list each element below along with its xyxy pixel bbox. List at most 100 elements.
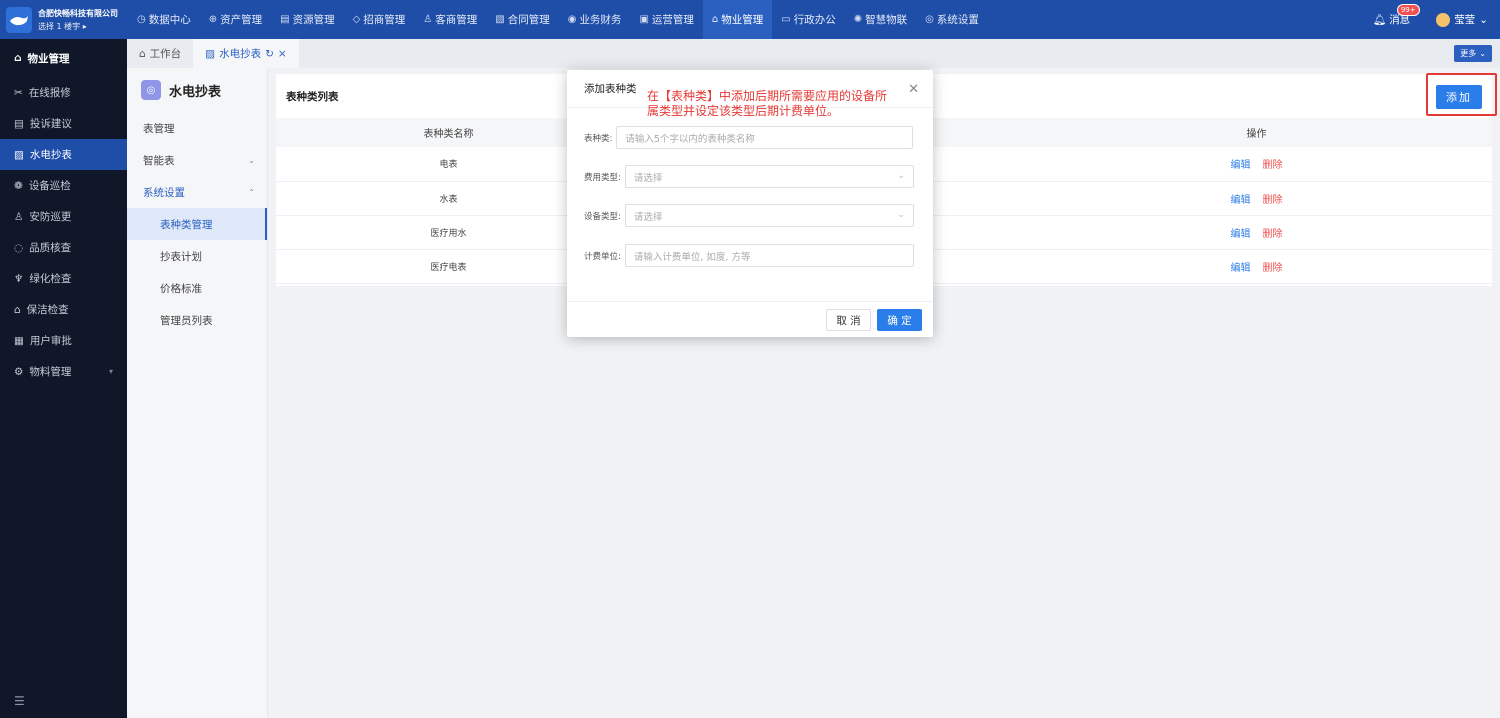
delete-link[interactable]: 删除 bbox=[1263, 160, 1283, 171]
submenu-item-smart-meter[interactable]: 智能表 ⌄ bbox=[127, 144, 267, 176]
collapse-menu-icon[interactable]: ☰ bbox=[14, 694, 25, 708]
chevron-up-icon: ⌃ bbox=[248, 187, 255, 197]
sidebar-item-materials[interactable]: ⚙ 物料管理 ▾ bbox=[0, 356, 127, 387]
tab-meter-reading[interactable]: ▨ 水电抄表 ↻ × bbox=[193, 39, 299, 68]
add-meter-type-dialog: 添加表种类 在【表种类】中添加后期所需要应用的设备所属类型并设定该类型后期计费单… bbox=[567, 70, 933, 337]
sidebar-item-quality-check[interactable]: ◌ 品质核查 bbox=[0, 232, 127, 263]
sidebar-item-meter-reading[interactable]: ▨ 水电抄表 bbox=[0, 139, 127, 170]
iot-icon: ✺ bbox=[853, 14, 863, 25]
dialog-footer: 取 消 确 定 bbox=[567, 301, 933, 337]
submenu-item-meter-type-management[interactable]: 表种类管理 bbox=[127, 208, 267, 240]
nav-smart-iot[interactable]: ✺ 智慧物联 bbox=[845, 0, 916, 39]
meter-icon: ▨ bbox=[205, 47, 216, 60]
asset-icon: ⊕ bbox=[208, 14, 218, 25]
delete-link[interactable]: 删除 bbox=[1263, 195, 1283, 206]
sidebar-item-user-approval[interactable]: ▦ 用户审批 bbox=[0, 325, 127, 356]
submenu-item-price-standard[interactable]: 价格标准 bbox=[127, 272, 267, 304]
nav-resource-management[interactable]: ▤ 资源管理 bbox=[271, 0, 343, 39]
submenu-item-system-settings[interactable]: 系统设置 ⌃ bbox=[127, 176, 267, 208]
chevron-down-icon: ⌄ bbox=[897, 210, 905, 220]
chevron-down-icon: ⌄ bbox=[248, 155, 255, 165]
submenu-item-admin-list[interactable]: 管理员列表 bbox=[127, 304, 267, 336]
edit-link[interactable]: 编辑 bbox=[1231, 195, 1251, 206]
avatar bbox=[1436, 12, 1451, 27]
user-menu[interactable]: 莹莹 ⌄ bbox=[1436, 12, 1488, 27]
people-icon: ♙ bbox=[423, 14, 433, 25]
board-icon: ▣ bbox=[639, 14, 649, 25]
close-icon[interactable]: ✕ bbox=[908, 82, 919, 97]
billing-unit-label: 计费单位: bbox=[584, 251, 621, 262]
billing-unit-input[interactable]: 请输入计费单位, 如度, 方等 bbox=[624, 244, 914, 267]
meter-kind-input[interactable]: 请输入5个字以内的表种类名称 bbox=[616, 126, 914, 149]
edit-link[interactable]: 编辑 bbox=[1231, 160, 1251, 171]
sidebar-item-equipment-inspection[interactable]: ❁ 设备巡检 bbox=[0, 170, 127, 201]
tab-workbench[interactable]: ⌂ 工作台 bbox=[127, 39, 193, 68]
more-tabs-button[interactable]: 更多 ⌄ bbox=[1454, 45, 1492, 62]
delete-link[interactable]: 删除 bbox=[1263, 263, 1283, 274]
close-icon[interactable]: × bbox=[278, 48, 287, 60]
nav-asset-management[interactable]: ⊕ 资产管理 bbox=[200, 0, 271, 39]
form-row-unit: 计费单位: 请输入计费单位, 如度, 方等 bbox=[584, 244, 914, 267]
edit-link[interactable]: 编辑 bbox=[1231, 263, 1251, 274]
sidebar: ⌂ 物业管理 ✂ 在线报修 ▤ 投诉建议 ▨ 水电抄表 ❁ 设备巡检 ♙ 安防巡更 ◌ 品质核… bbox=[0, 39, 127, 718]
confirm-button[interactable]: 确 定 bbox=[877, 309, 922, 331]
nav-operations-management[interactable]: ▣ 运营管理 bbox=[630, 0, 702, 39]
form-row-kind: 表种类: 请输入5个字以内的表种类名称 bbox=[584, 126, 914, 149]
form-row-device: 设备类型: 请选择 ⌄ bbox=[584, 204, 914, 227]
clock-icon: ◷ bbox=[137, 14, 146, 25]
nav-admin-office[interactable]: ▭ 行政办公 bbox=[772, 0, 844, 39]
column-header-actions: 操作 bbox=[1021, 118, 1492, 147]
sidebar-item-complaints[interactable]: ▤ 投诉建议 bbox=[0, 108, 127, 139]
form-row-fee: 费用类型: 请选择 ⌄ bbox=[584, 165, 914, 188]
dialog-title: 添加表种类 bbox=[584, 83, 637, 95]
equipment-icon: ❁ bbox=[14, 179, 23, 192]
whale-logo-icon bbox=[6, 6, 32, 33]
monitor-icon: ▭ bbox=[781, 14, 791, 25]
nav-data-center[interactable]: ◷ 数据中心 bbox=[128, 0, 200, 39]
gear-icon: ⚙ bbox=[14, 365, 24, 378]
resource-icon: ▤ bbox=[280, 14, 290, 25]
sidebar-item-cleaning-check[interactable]: ⌂ 保洁检查 bbox=[0, 294, 127, 325]
submenu-title: ◎ 水电抄表 bbox=[127, 68, 267, 112]
meter-icon: ◎ bbox=[141, 80, 161, 100]
edit-link[interactable]: 编辑 bbox=[1231, 229, 1251, 240]
top-nav: ◷ 数据中心 ⊕ 资产管理 ▤ 资源管理 ◇ 招商管理 ♙ 客商管理 ▧ 合同管理 ◉ 业务财… bbox=[128, 0, 988, 39]
fee-type-select[interactable]: 请选择 ⌄ bbox=[624, 165, 914, 188]
feedback-icon: ▤ bbox=[14, 117, 24, 130]
sidebar-item-online-repair[interactable]: ✂ 在线报修 bbox=[0, 77, 127, 108]
nav-business-finance[interactable]: ◉ 业务财务 bbox=[559, 0, 631, 39]
submenu-item-reading-plan[interactable]: 抄表计划 bbox=[127, 240, 267, 272]
logo-area[interactable]: 合肥快畅科技有限公司 选择 1 楼宇 ▸ bbox=[0, 0, 128, 39]
user-name: 莹莹 bbox=[1454, 14, 1476, 26]
nav-contract-management[interactable]: ▧ 合同管理 bbox=[486, 0, 558, 39]
refresh-icon[interactable]: ↻ bbox=[265, 48, 274, 60]
cancel-button[interactable]: 取 消 bbox=[826, 309, 871, 331]
building-selector[interactable]: 选择 1 楼宇 ▸ bbox=[38, 20, 118, 33]
list-icon: ▦ bbox=[14, 334, 24, 347]
nav-client-management[interactable]: ♙ 客商管理 bbox=[414, 0, 486, 39]
chevron-down-icon: ▾ bbox=[108, 367, 113, 376]
chevron-down-icon: ⌄ bbox=[897, 171, 905, 181]
nav-system-settings[interactable]: ◎ 系统设置 bbox=[916, 0, 988, 39]
nav-property-management[interactable]: ⌂ 物业管理 bbox=[702, 0, 773, 39]
plant-icon: ♆ bbox=[14, 272, 24, 285]
top-navigation-bar: 合肥快畅科技有限公司 选择 1 楼宇 ▸ ◷ 数据中心 ⊕ 资产管理 ▤ 资源管理 ◇… bbox=[0, 0, 1500, 39]
bell-icon: 🔔︎ bbox=[1372, 14, 1387, 26]
message-count-badge: 99+ bbox=[1396, 4, 1420, 16]
sidebar-header[interactable]: ⌂ 物业管理 bbox=[0, 39, 127, 77]
submenu-item-meter-management[interactable]: 表管理 bbox=[127, 112, 267, 144]
chevron-down-icon: ⌄ bbox=[1479, 49, 1486, 58]
device-type-label: 设备类型: bbox=[584, 211, 621, 222]
nav-investment-management[interactable]: ◇ 招商管理 bbox=[344, 0, 415, 39]
guard-icon: ♙ bbox=[14, 210, 24, 223]
sidebar-item-greening-check[interactable]: ♆ 绿化检查 bbox=[0, 263, 127, 294]
delete-link[interactable]: 删除 bbox=[1263, 229, 1283, 240]
company-name: 合肥快畅科技有限公司 bbox=[38, 8, 118, 18]
coin-icon: ◉ bbox=[567, 14, 577, 25]
device-type-select[interactable]: 请选择 ⌄ bbox=[624, 204, 914, 227]
home-icon: ⌂ bbox=[711, 14, 719, 25]
meter-icon: ▨ bbox=[14, 148, 24, 161]
sidebar-item-security-patrol[interactable]: ♙ 安防巡更 bbox=[0, 201, 127, 232]
messages-button[interactable]: 🔔︎ 消息 99+ bbox=[1372, 4, 1420, 27]
kind-label: 表种类: bbox=[584, 133, 613, 144]
